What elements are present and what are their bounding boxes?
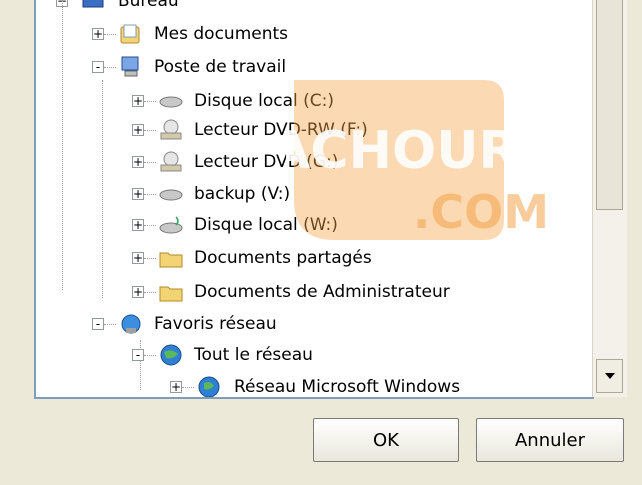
dvd-drive-icon bbox=[158, 150, 184, 174]
tree-item-dvd-rw-f[interactable]: + Lecteur DVD-RW (F:) bbox=[36, 115, 594, 145]
tree-item-mes-documents[interactable]: + Mes documents bbox=[36, 19, 594, 49]
tree-item-tout-le-reseau[interactable]: - Tout le réseau bbox=[36, 340, 594, 370]
scrollbar-thumb[interactable] bbox=[596, 0, 623, 210]
network-places-icon bbox=[118, 312, 144, 336]
vertical-scrollbar[interactable] bbox=[592, 0, 627, 397]
tree-item-label: Documents de Administrateur bbox=[194, 282, 450, 302]
dvd-drive-icon bbox=[158, 118, 184, 142]
tree-item-label: Documents partagés bbox=[194, 248, 372, 268]
tree-item-label: Lecteur DVD (G:) bbox=[194, 152, 339, 172]
scroll-down-button[interactable] bbox=[596, 359, 623, 393]
tree-item-label: Bureau bbox=[118, 0, 179, 11]
tree-item-label: Favoris réseau bbox=[154, 314, 277, 334]
expand-toggle[interactable]: + bbox=[132, 286, 144, 298]
removable-drive-icon bbox=[158, 213, 184, 237]
tree-item-poste-de-travail[interactable]: - Poste de travail bbox=[36, 52, 594, 82]
hard-drive-icon bbox=[158, 182, 184, 206]
folder-tree[interactable]: − Bureau + Mes documents - Poste de trav… bbox=[34, 0, 594, 399]
expand-toggle[interactable]: + bbox=[132, 95, 144, 107]
folder-icon bbox=[158, 246, 184, 270]
desktop-icon bbox=[80, 0, 106, 13]
collapse-toggle[interactable]: - bbox=[132, 349, 144, 361]
tree-item-label: Mes documents bbox=[154, 24, 289, 44]
globe-icon bbox=[158, 343, 184, 367]
tree-item-label: Lecteur DVD-RW (F:) bbox=[194, 120, 368, 140]
tree-item-disque-c[interactable]: + Disque local (C:) bbox=[36, 86, 594, 116]
expand-toggle[interactable]: + bbox=[92, 28, 104, 40]
expand-toggle[interactable]: + bbox=[170, 381, 182, 393]
collapse-toggle[interactable]: - bbox=[92, 318, 104, 330]
ok-button[interactable]: OK bbox=[313, 418, 459, 462]
expand-toggle[interactable]: + bbox=[132, 188, 144, 200]
folder-icon bbox=[158, 280, 184, 304]
expand-toggle[interactable]: + bbox=[132, 219, 144, 231]
tree-item-label: Poste de travail bbox=[154, 57, 287, 77]
tree-item-label: Réseau Microsoft Windows bbox=[234, 377, 461, 397]
collapse-toggle[interactable]: - bbox=[92, 61, 104, 73]
expand-toggle[interactable]: + bbox=[132, 252, 144, 264]
cancel-button[interactable]: Annuler bbox=[476, 418, 624, 462]
tree-item-dvd-g[interactable]: + Lecteur DVD (G:) bbox=[36, 147, 594, 177]
tree-item-documents-administrateur[interactable]: + Documents de Administrateur bbox=[36, 277, 594, 307]
arrow-down-icon bbox=[604, 373, 615, 379]
tree-item-backup-v[interactable]: + backup (V:) bbox=[36, 179, 594, 209]
tree-item-reseau-microsoft[interactable]: + Réseau Microsoft Windows bbox=[36, 372, 594, 397]
tree-item-label: Tout le réseau bbox=[194, 345, 313, 365]
tree-item-label: backup (V:) bbox=[194, 184, 291, 204]
expand-toggle[interactable]: + bbox=[132, 124, 144, 136]
documents-folder-icon bbox=[118, 22, 144, 46]
tree-item-label: Disque local (W:) bbox=[194, 215, 338, 235]
expand-toggle[interactable]: + bbox=[132, 156, 144, 168]
tree-item-documents-partages[interactable]: + Documents partagés bbox=[36, 243, 594, 273]
network-icon bbox=[196, 375, 222, 397]
computer-icon bbox=[118, 55, 144, 79]
tree-item-label: Disque local (C:) bbox=[194, 91, 334, 111]
tree-item-disque-w[interactable]: + Disque local (W:) bbox=[36, 210, 594, 240]
tree-item-favoris-reseau[interactable]: - Favoris réseau bbox=[36, 309, 594, 339]
hard-drive-icon bbox=[158, 89, 184, 113]
